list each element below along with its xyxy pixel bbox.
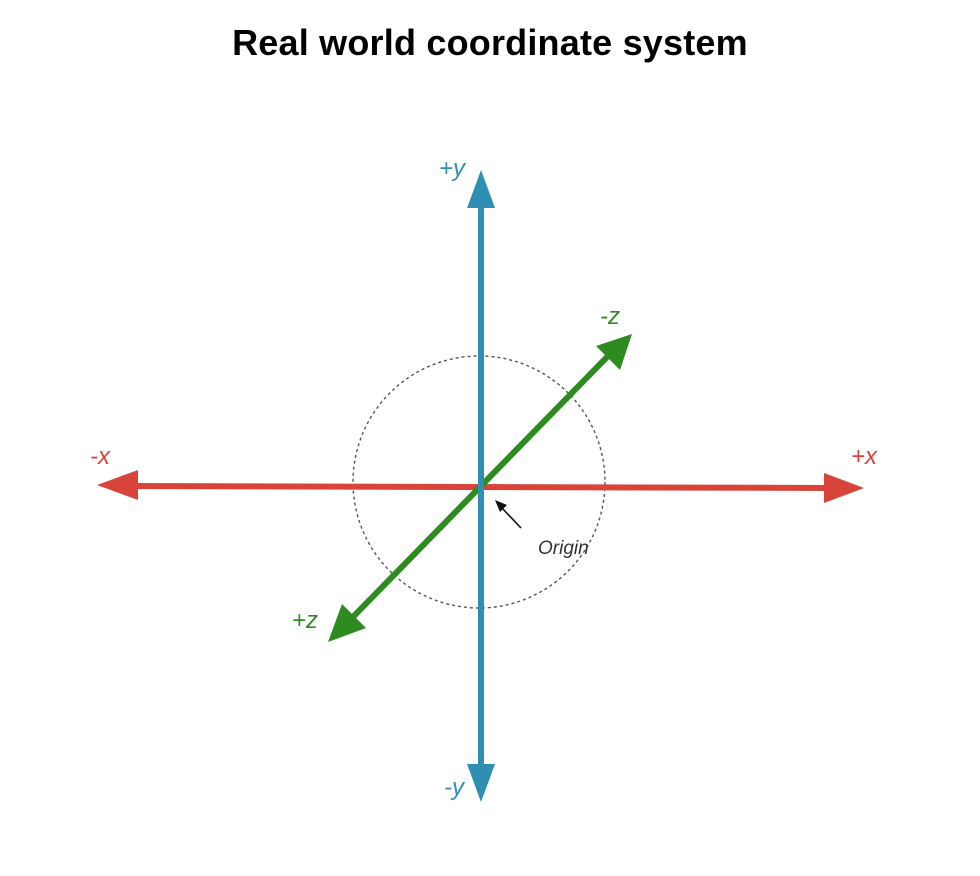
x-positive-label: +x <box>851 443 878 470</box>
z-negative-label: -z <box>600 303 620 330</box>
coordinate-diagram: +y -y -x +x -z +z Origin <box>90 155 878 802</box>
origin-pointer-arrowhead-icon <box>495 500 507 512</box>
origin-label: Origin <box>538 538 589 559</box>
origin-pointer <box>495 500 522 529</box>
x-negative-label: -x <box>90 443 111 470</box>
y-positive-label: +y <box>439 155 467 182</box>
x-axis-negative-arrowhead <box>97 470 138 500</box>
y-negative-label: -y <box>444 774 466 801</box>
x-axis-positive-arrowhead <box>824 473 864 503</box>
origin-pointer-line <box>501 507 522 529</box>
y-axis-negative-arrowhead <box>467 764 495 802</box>
y-axis-positive-arrowhead <box>467 170 495 208</box>
z-positive-label: +z <box>292 607 318 634</box>
